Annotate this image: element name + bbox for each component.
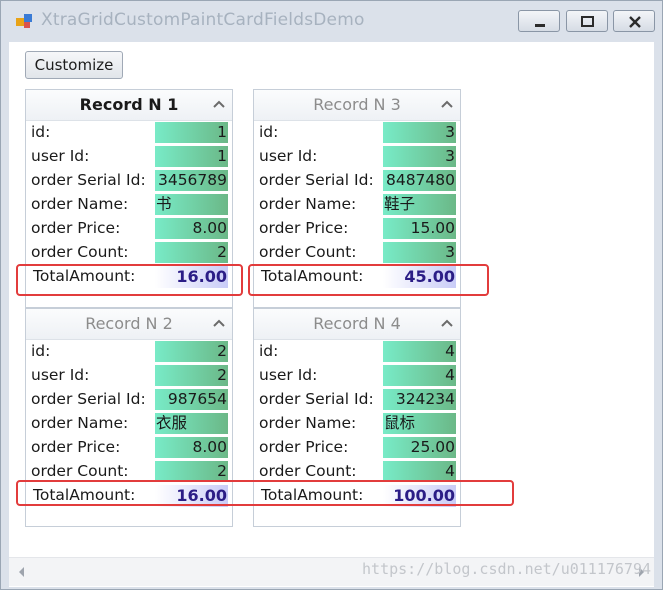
field-row-id: id: 2	[26, 340, 232, 364]
customize-button[interactable]: Customize	[25, 51, 123, 79]
field-value[interactable]: 3	[383, 122, 456, 143]
field-label: order Name:	[31, 414, 129, 432]
field-label: order Serial Id:	[31, 171, 146, 189]
field-row-order-serial-id: order Serial Id: 8487480	[254, 169, 460, 193]
field-row-order-price: order Price: 8.00	[26, 436, 232, 460]
chevron-up-icon[interactable]	[441, 318, 453, 328]
field-row-id: id: 1	[26, 121, 232, 145]
field-label: user Id:	[259, 147, 318, 165]
field-value[interactable]: 2	[155, 365, 228, 386]
field-value[interactable]: 8.00	[155, 218, 228, 239]
field-row-user-id: user Id: 4	[254, 364, 460, 388]
field-label: order Count:	[31, 462, 129, 480]
total-highlight-box	[16, 480, 514, 506]
card-caption: Record N 2	[85, 314, 173, 333]
field-value[interactable]: 4	[383, 365, 456, 386]
field-value[interactable]: 1	[155, 122, 228, 143]
field-value[interactable]: 8.00	[155, 437, 228, 458]
field-label: order Name:	[259, 195, 357, 213]
field-row-order-count: order Count: 3	[254, 241, 460, 265]
chevron-up-icon[interactable]	[213, 318, 225, 328]
field-label: order Serial Id:	[259, 171, 374, 189]
field-label: order Count:	[31, 243, 129, 261]
field-value[interactable]: 324234	[383, 389, 456, 410]
field-row-order-serial-id: order Serial Id: 987654	[26, 388, 232, 412]
card-caption: Record N 4	[313, 314, 401, 333]
field-row-order-count: order Count: 2	[26, 241, 232, 265]
card-header[interactable]: Record N 1	[26, 90, 232, 121]
field-row-order-price: order Price: 8.00	[26, 217, 232, 241]
field-row-order-serial-id: order Serial Id: 324234	[254, 388, 460, 412]
total-highlight-box	[16, 264, 243, 296]
field-value[interactable]: 3	[383, 242, 456, 263]
field-value[interactable]: 3	[383, 146, 456, 167]
field-row-id: id: 3	[254, 121, 460, 145]
field-label: id:	[31, 342, 51, 360]
card-caption: Record N 3	[313, 95, 401, 114]
field-row-order-name: order Name: 鞋子	[254, 193, 460, 217]
field-label: user Id:	[31, 366, 90, 384]
field-value[interactable]: 15.00	[383, 218, 456, 239]
field-label: id:	[259, 123, 279, 141]
field-row-user-id: user Id: 3	[254, 145, 460, 169]
chevron-up-icon[interactable]	[441, 99, 453, 109]
field-value[interactable]: 书	[155, 194, 228, 215]
card-header[interactable]: Record N 4	[254, 309, 460, 340]
field-value[interactable]: 2	[155, 461, 228, 482]
scroll-left-icon[interactable]	[19, 567, 25, 577]
field-label: order Price:	[31, 438, 121, 456]
app-icon	[16, 14, 32, 28]
title-bar[interactable]: XtraGridCustomPaintCardFieldsDemo	[1, 1, 662, 41]
field-label: user Id:	[259, 366, 318, 384]
field-label: order Price:	[259, 219, 349, 237]
field-row-order-price: order Price: 15.00	[254, 217, 460, 241]
minimize-icon	[535, 24, 545, 27]
field-label: order Serial Id:	[259, 390, 374, 408]
field-label: order Price:	[259, 438, 349, 456]
field-value[interactable]: 987654	[155, 389, 228, 410]
card-header[interactable]: Record N 2	[26, 309, 232, 340]
field-row-order-serial-id: order Serial Id: 3456789	[26, 169, 232, 193]
chevron-up-icon[interactable]	[213, 99, 225, 109]
field-value[interactable]: 8487480	[383, 170, 456, 191]
field-value[interactable]: 4	[383, 341, 456, 362]
close-icon	[629, 16, 641, 28]
field-row-id: id: 4	[254, 340, 460, 364]
field-value[interactable]: 1	[155, 146, 228, 167]
field-label: order Price:	[31, 219, 121, 237]
field-value[interactable]: 25.00	[383, 437, 456, 458]
field-label: id:	[31, 123, 51, 141]
field-row-user-id: user Id: 1	[26, 145, 232, 169]
maximize-button[interactable]	[566, 10, 608, 32]
field-value[interactable]: 2	[155, 341, 228, 362]
total-highlight-box	[248, 264, 489, 296]
field-value[interactable]: 4	[383, 461, 456, 482]
field-label: order Count:	[259, 462, 357, 480]
field-row-order-name: order Name: 鼠标	[254, 412, 460, 436]
field-label: order Name:	[259, 414, 357, 432]
field-value[interactable]: 鞋子	[383, 194, 456, 215]
field-value[interactable]: 衣服	[155, 413, 228, 434]
field-row-order-name: order Name: 衣服	[26, 412, 232, 436]
field-label: user Id:	[31, 147, 90, 165]
card-header[interactable]: Record N 3	[254, 90, 460, 121]
field-label: order Count:	[259, 243, 357, 261]
maximize-icon	[581, 16, 594, 27]
field-label: id:	[259, 342, 279, 360]
field-value[interactable]: 鼠标	[383, 413, 456, 434]
field-value[interactable]: 2	[155, 242, 228, 263]
field-row-order-name: order Name: 书	[26, 193, 232, 217]
minimize-button[interactable]	[518, 10, 560, 32]
card-caption: Record N 1	[79, 95, 179, 114]
field-row-order-price: order Price: 25.00	[254, 436, 460, 460]
window-title: XtraGridCustomPaintCardFieldsDemo	[41, 10, 365, 30]
field-label: order Name:	[31, 195, 129, 213]
field-label: order Serial Id:	[31, 390, 146, 408]
field-value[interactable]: 3456789	[155, 170, 228, 191]
close-button[interactable]	[613, 10, 655, 32]
watermark-text: https://blog.csdn.net/u011176794	[362, 560, 651, 578]
field-row-user-id: user Id: 2	[26, 364, 232, 388]
